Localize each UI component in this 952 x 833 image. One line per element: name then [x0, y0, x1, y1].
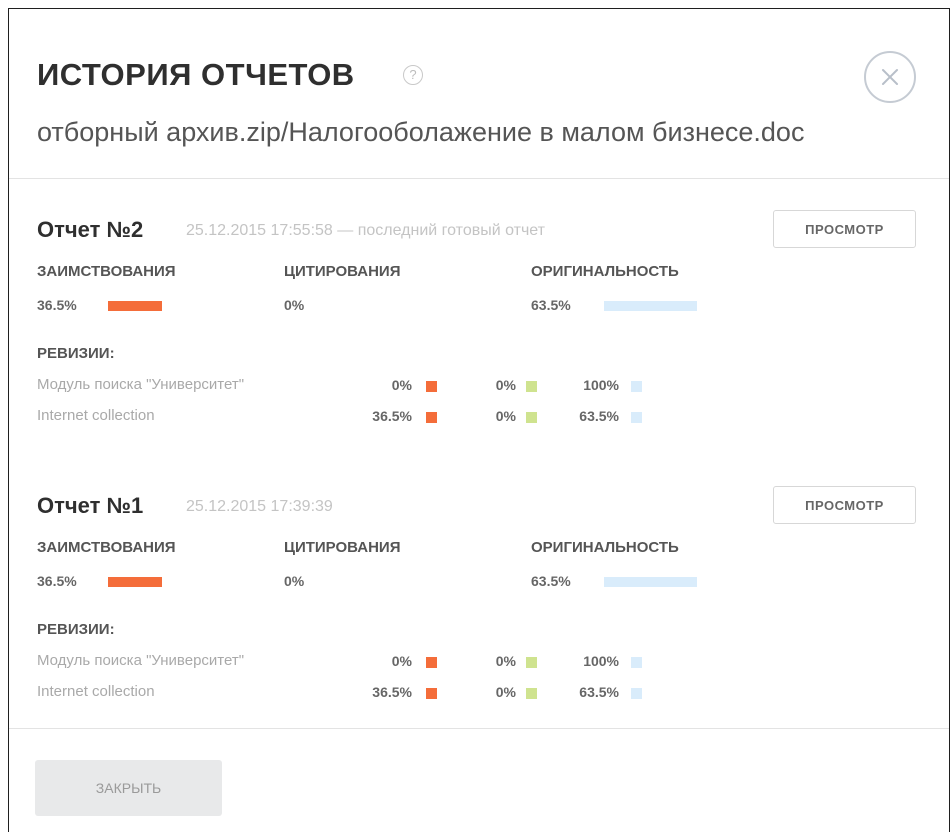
revisions-label: РЕВИЗИИ: [37, 621, 115, 638]
borrowing-label: ЗАИМСТВОВАНИЯ [37, 263, 176, 280]
report-title: Отчет №2 [37, 217, 144, 242]
report-title: Отчет №1 [37, 493, 144, 518]
close-button[interactable]: ЗАКРЫТЬ [35, 760, 222, 816]
citation-label: ЦИТИРОВАНИЯ [284, 539, 401, 556]
borrowing-marker [426, 688, 437, 699]
revision-name: Internet collection [37, 683, 155, 700]
borrowing-bar [108, 301, 162, 311]
borrowing-marker [426, 657, 437, 668]
citation-marker [526, 412, 537, 423]
citation-value: 0% [284, 573, 305, 589]
citation-label: ЦИТИРОВАНИЯ [284, 263, 401, 280]
revision-originality-value: 100% [583, 653, 619, 669]
report-date: 25.12.2015 17:39:39 [186, 498, 333, 515]
revision-name: Модуль поиска "Университет" [37, 652, 245, 669]
originality-bar [604, 577, 697, 587]
originality-marker [631, 381, 642, 392]
borrowing-value: 36.5% [37, 573, 77, 589]
citation-marker [526, 657, 537, 668]
revision-originality-value: 100% [583, 377, 619, 393]
close-icon[interactable] [864, 51, 916, 103]
revision-citation-value: 0% [495, 377, 516, 393]
revision-originality-value: 63.5% [579, 408, 619, 424]
originality-marker [631, 412, 642, 423]
revision-borrowing-value: 0% [391, 377, 412, 393]
originality-value: 63.5% [531, 297, 571, 313]
citation-marker [526, 688, 537, 699]
revision-originality-value: 63.5% [579, 684, 619, 700]
revisions-label: РЕВИЗИИ: [37, 345, 115, 362]
originality-value: 63.5% [531, 573, 571, 589]
originality-marker [631, 688, 642, 699]
borrowing-marker [426, 412, 437, 423]
help-icon[interactable]: ? [403, 65, 423, 85]
report-history-dialog: ИСТОРИЯ ОТЧЕТОВ ? отборный архив.zip/Нал… [8, 8, 950, 832]
footer-divider [9, 728, 949, 729]
originality-marker [631, 657, 642, 668]
revision-borrowing-value: 36.5% [372, 408, 412, 424]
header-divider [9, 178, 949, 179]
borrowing-value: 36.5% [37, 297, 77, 313]
borrowing-label: ЗАИМСТВОВАНИЯ [37, 539, 176, 556]
borrowing-marker [426, 381, 437, 392]
borrowing-bar [108, 577, 162, 587]
view-report-button[interactable]: ПРОСМОТР [773, 486, 916, 524]
originality-bar [604, 301, 697, 311]
revision-citation-value: 0% [495, 684, 516, 700]
report-date: 25.12.2015 17:55:58 — последний готовый … [186, 222, 545, 239]
revision-borrowing-value: 0% [391, 653, 412, 669]
originality-label: ОРИГИНАЛЬНОСТЬ [531, 539, 679, 556]
citation-value: 0% [284, 297, 305, 313]
revision-citation-value: 0% [495, 408, 516, 424]
document-path: отборный архив.zip/Налогооболажение в ма… [37, 117, 805, 147]
citation-marker [526, 381, 537, 392]
originality-label: ОРИГИНАЛЬНОСТЬ [531, 263, 679, 280]
revision-citation-value: 0% [495, 653, 516, 669]
revision-name: Internet collection [37, 407, 155, 424]
view-report-button[interactable]: ПРОСМОТР [773, 210, 916, 248]
dialog-title: ИСТОРИЯ ОТЧЕТОВ [37, 57, 355, 92]
revision-borrowing-value: 36.5% [372, 684, 412, 700]
revision-name: Модуль поиска "Университет" [37, 376, 245, 393]
